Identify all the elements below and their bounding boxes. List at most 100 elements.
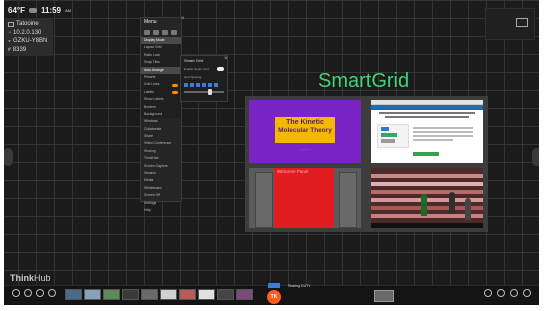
search-icon[interactable] <box>24 289 32 297</box>
menu-item[interactable]: Sharing <box>141 148 181 155</box>
tile-presentation[interactable]: The Kinetic Molecular Theory ··········· <box>249 100 361 163</box>
top-right-panel[interactable] <box>485 8 535 40</box>
spacing-slider[interactable] <box>184 89 224 95</box>
person-figure <box>421 194 427 216</box>
window-thumbnail-strip[interactable] <box>65 287 270 301</box>
screen-icon[interactable] <box>516 18 528 27</box>
code-row: #8339 <box>8 46 50 55</box>
menu-item[interactable]: Screen Capture <box>141 163 181 170</box>
submenu-close-icon[interactable]: × <box>224 56 228 62</box>
menu-item[interactable]: Screen Off <box>141 192 181 199</box>
layout-option-icon[interactable] <box>196 83 200 87</box>
fullscreen-icon[interactable] <box>523 289 531 297</box>
menu-item[interactable]: Video Conference <box>141 140 181 147</box>
main-menu[interactable]: Menu Display Mode Layout Grid Ratio Lock Sn… <box>140 17 182 212</box>
tile-video[interactable] <box>371 168 483 228</box>
text-line <box>413 139 453 141</box>
menu-item[interactable]: ThinkHub <box>141 155 181 162</box>
menu-item-label: Display Mode <box>144 38 165 42</box>
tile-welcome[interactable]: Welcome Panel <box>249 168 361 228</box>
thinkhub-canvas[interactable]: 64°F 11:59 AM Tatooine ◔ 10.2.0.130 ◒ GZKU… <box>0 0 545 311</box>
home-icon[interactable] <box>144 29 150 35</box>
menu-item[interactable]: Media <box>141 177 181 184</box>
menu-item[interactable]: Whiteboard <box>141 185 181 192</box>
grid-spacing-label: Grid Spacing <box>184 75 202 79</box>
menu-item[interactable]: Ratio Lock <box>141 51 181 60</box>
menu-item[interactable]: Share <box>141 133 181 140</box>
clock-time: 11:59 <box>40 6 62 15</box>
window-thumbnail[interactable] <box>217 288 234 300</box>
window-thumbnail[interactable] <box>65 288 82 300</box>
enable-grid-row[interactable]: Enable Smart Grid <box>181 65 227 73</box>
window-thumbnail[interactable] <box>103 288 120 300</box>
menu-item[interactable]: Grid Lines <box>141 81 181 89</box>
menu-item-label: Ratio Lock <box>144 52 161 57</box>
menu-item-label: Borders <box>144 104 156 109</box>
menu-item[interactable]: Session <box>141 170 181 177</box>
user-avatar-button[interactable]: TK <box>267 290 281 304</box>
window-thumbnail[interactable] <box>198 288 215 300</box>
layout-option-icon[interactable] <box>190 83 194 87</box>
menu-item[interactable]: Show Labels <box>141 96 181 104</box>
menu-item[interactable]: Background <box>141 110 181 119</box>
menu-item-label: Share <box>144 134 154 139</box>
menu-item[interactable]: Presets <box>141 73 181 82</box>
left-drawer-tab[interactable] <box>3 148 13 166</box>
window-icon[interactable] <box>171 29 177 35</box>
window-thumbnail[interactable] <box>84 288 101 300</box>
menu-item[interactable]: Display Mode <box>141 37 181 45</box>
menu-item[interactable]: Settings <box>141 200 181 207</box>
layout-option-icon[interactable] <box>208 83 212 87</box>
menu-item[interactable]: Windows <box>141 118 181 125</box>
share-icon[interactable] <box>36 289 44 297</box>
toggle-switch[interactable] <box>172 90 178 94</box>
slide-title-line2: Molecular Theory <box>278 127 332 134</box>
text-line <box>413 131 473 133</box>
camera-preview[interactable] <box>374 290 394 302</box>
menu-item[interactable]: Collaborate <box>141 126 181 133</box>
side-panel <box>339 172 357 228</box>
smartgrid-window[interactable]: The Kinetic Molecular Theory ···········… <box>245 96 488 232</box>
side-panel <box>255 172 273 228</box>
settings-icon[interactable] <box>48 289 56 297</box>
smart-grid-submenu[interactable]: Smart Grid Enable Smart Grid Grid Spacin… <box>180 55 228 102</box>
menu-item[interactable]: Help <box>141 207 181 214</box>
ip-address: 10.2.0.130 <box>13 29 42 36</box>
menu-item-label: Screen Off <box>144 193 161 198</box>
pen-icon[interactable] <box>484 289 492 297</box>
toggle-switch[interactable] <box>172 83 178 87</box>
wifi-row: ◒ GZKU-Y8BN <box>8 37 50 46</box>
menu-close-icon[interactable]: × <box>181 16 185 22</box>
whiteboard-icon[interactable] <box>497 289 505 297</box>
tools-icon[interactable] <box>510 289 518 297</box>
enable-grid-toggle[interactable] <box>217 67 224 71</box>
window-thumbnail[interactable] <box>236 288 253 300</box>
layers-icon[interactable] <box>162 29 168 35</box>
menu-item[interactable]: Labels <box>141 88 181 97</box>
frame-right <box>539 0 545 311</box>
menu-item-label: Grid Lines <box>144 82 160 87</box>
layout-option-icon[interactable] <box>202 83 206 87</box>
window-thumbnail[interactable] <box>160 288 177 300</box>
window-thumbnail[interactable] <box>179 288 196 300</box>
weather-icon <box>28 8 37 13</box>
layout-options[interactable] <box>181 81 227 89</box>
menu-item[interactable]: Snap Tiles <box>141 59 181 67</box>
layout-option-icon[interactable] <box>214 83 218 87</box>
menu-items: Display Mode Layout Grid Ratio Lock Snap Ti… <box>141 37 181 214</box>
slider-handle[interactable] <box>208 89 212 95</box>
menu-item[interactable]: Auto Arrange <box>141 66 181 74</box>
key-icon: # <box>8 46 11 53</box>
layout-option-icon[interactable] <box>184 83 188 87</box>
menu-item[interactable]: Layout Grid <box>141 44 181 52</box>
grid-icon[interactable] <box>153 29 159 35</box>
menu-item-label: Labels <box>144 89 154 94</box>
window-thumbnail[interactable] <box>141 288 158 300</box>
tile-webpage[interactable] <box>371 100 483 163</box>
menu-item-label: Media <box>144 178 154 183</box>
menu-item[interactable]: Borders <box>141 103 181 111</box>
video-controls[interactable] <box>371 223 483 228</box>
menu-item-label: Settings <box>144 200 157 205</box>
window-thumbnail[interactable] <box>122 288 139 300</box>
home-icon[interactable] <box>12 289 20 297</box>
